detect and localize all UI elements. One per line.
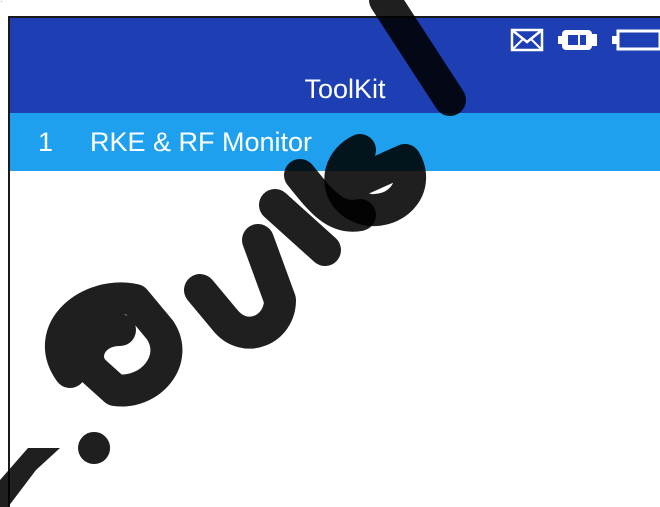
mail-icon[interactable] xyxy=(510,28,544,52)
menu-item-label: RKE & RF Monitor xyxy=(90,126,313,157)
title-bar: ToolKit xyxy=(10,18,660,113)
menu-item-index: 1 xyxy=(38,126,54,157)
device-screen: ToolKit 1 RKE & RF Monitor xyxy=(8,16,660,507)
page-title: ToolKit xyxy=(304,74,386,104)
status-bar xyxy=(510,26,660,54)
vehicle-connection-icon xyxy=(558,27,598,53)
menu-list: 1 RKE & RF Monitor xyxy=(10,113,660,171)
menu-item-rke-rf-monitor[interactable]: 1 RKE & RF Monitor xyxy=(10,113,660,171)
battery-icon xyxy=(612,29,660,51)
